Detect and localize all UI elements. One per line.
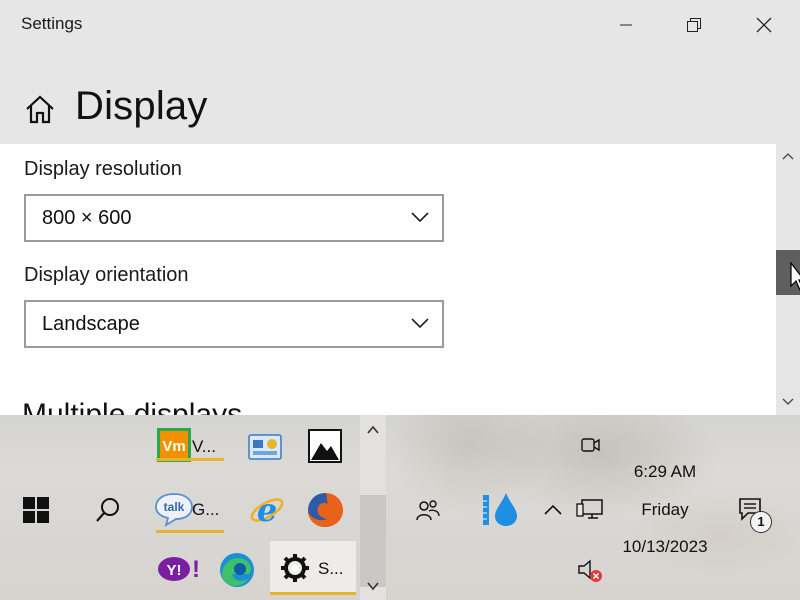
taskbar-app-photos[interactable] — [290, 421, 362, 467]
settings-app-label: S... — [318, 559, 344, 578]
control-panel-icon — [248, 434, 282, 460]
scroll-up-icon[interactable] — [780, 148, 796, 164]
settings-content: Display resolution 800 × 600 Display ori… — [0, 144, 776, 415]
meet-now-icon[interactable] — [576, 431, 604, 459]
taskbar-scroll-thumb[interactable] — [360, 495, 386, 587]
volume-muted-icon[interactable] — [574, 555, 606, 585]
chevron-down-icon — [411, 318, 429, 329]
ruler-water-app-icon[interactable] — [478, 487, 522, 531]
taskbar-scrollbar[interactable] — [360, 415, 386, 600]
yahoo-icon: Y! ! — [158, 556, 200, 583]
minimize-button[interactable] — [592, 0, 660, 50]
chevron-down-icon — [411, 212, 429, 223]
show-hidden-icons-button[interactable] — [540, 497, 566, 523]
close-icon — [756, 17, 772, 33]
resolution-value: 800 × 600 — [42, 207, 132, 229]
chevron-up-icon[interactable] — [366, 423, 380, 437]
page-title: Display — [75, 84, 208, 128]
app-title: Settings — [21, 14, 83, 33]
search-icon — [96, 498, 119, 522]
edge-icon — [220, 553, 254, 587]
taskbar-app-settings[interactable]: S... — [270, 541, 356, 595]
people-icon[interactable] — [408, 493, 448, 527]
google-talk-label: G... — [192, 500, 220, 519]
internet-explorer-icon: e — [250, 491, 284, 529]
google-talk-icon: talk — [155, 493, 193, 527]
resolution-label: Display resolution — [24, 158, 182, 180]
orientation-dropdown[interactable]: Landscape — [24, 300, 444, 348]
orientation-value: Landscape — [42, 313, 140, 335]
restore-button[interactable] — [660, 0, 728, 50]
clock-day[interactable]: Friday — [600, 500, 730, 520]
search-button[interactable] — [72, 487, 144, 533]
chevron-down-icon[interactable] — [366, 579, 380, 593]
svg-text:e: e — [257, 491, 277, 529]
running-indicator — [270, 592, 356, 595]
taskbar-app-firefox[interactable] — [290, 487, 362, 533]
resolution-dropdown[interactable]: 800 × 600 — [24, 194, 444, 242]
taskbar-app-google-talk[interactable]: talk G... — [152, 487, 228, 533]
minimize-icon — [620, 24, 632, 26]
start-button[interactable] — [0, 487, 72, 533]
svg-text:Y!: Y! — [167, 562, 182, 579]
clock-time[interactable]: 6:29 AM — [600, 462, 730, 482]
mouse-cursor-icon — [790, 262, 800, 291]
vmware-label: V... — [192, 437, 216, 456]
page-header: Display — [0, 76, 800, 140]
title-bar[interactable]: Settings — [0, 0, 800, 50]
taskbar: Vm V... talk G... e Y! ! S... 6:29 AM Fr… — [0, 415, 800, 600]
firefox-icon — [308, 493, 343, 527]
multiple-displays-heading: Multiple displays — [22, 398, 243, 415]
windows-logo-icon — [23, 497, 49, 523]
running-indicator — [156, 458, 224, 461]
orientation-label: Display orientation — [24, 264, 189, 286]
svg-text:Vm: Vm — [162, 438, 185, 455]
svg-text:talk: talk — [164, 500, 185, 514]
svg-text:!: ! — [192, 556, 200, 583]
gear-icon — [281, 554, 309, 582]
scroll-down-icon[interactable] — [780, 394, 796, 410]
photos-icon — [308, 429, 342, 463]
settings-window: Settings Display Display resolution 800 … — [0, 0, 800, 415]
home-icon[interactable] — [24, 94, 56, 126]
clock-date[interactable]: 10/13/2023 — [600, 537, 730, 557]
notification-count-badge: 1 — [750, 511, 772, 533]
running-indicator — [156, 530, 224, 533]
taskbar-app-vmware[interactable]: Vm V... — [152, 415, 228, 462]
chevron-up-icon — [544, 504, 562, 515]
close-button[interactable] — [730, 0, 798, 50]
restore-icon — [687, 18, 701, 32]
